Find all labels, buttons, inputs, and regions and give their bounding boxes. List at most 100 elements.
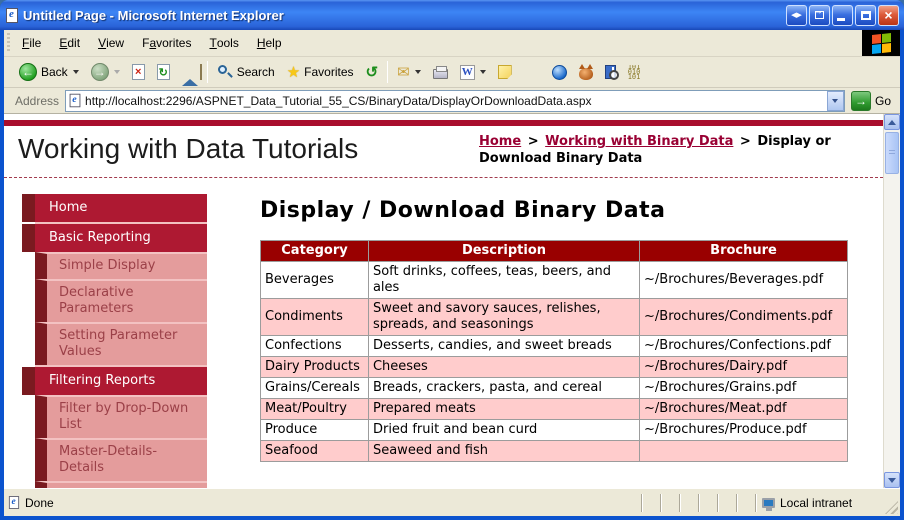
breadcrumb-separator: > xyxy=(740,134,751,149)
cell-description: Dried fruit and bean curd xyxy=(368,420,639,441)
cell-category: Meat/Poultry xyxy=(261,399,369,420)
search-icon xyxy=(217,64,233,80)
address-input[interactable]: http://localhost:2296/ASPNET_Data_Tutori… xyxy=(65,90,845,112)
page-header: Working with Data Tutorials Home > Worki… xyxy=(4,126,883,178)
scroll-up-button[interactable] xyxy=(884,114,900,130)
favorites-button[interactable]: ★ Favorites xyxy=(281,60,360,84)
main-content: Display / Download Binary Data Category … xyxy=(207,178,883,488)
security-zone-pane: Local intranet xyxy=(755,494,883,512)
sticky-note-icon xyxy=(498,65,512,79)
scroll-down-button[interactable] xyxy=(884,472,900,488)
print-button[interactable] xyxy=(427,63,454,82)
menu-item[interactable]: Help xyxy=(248,30,291,56)
cell-brochure: ~/Brochures/Grains.pdf xyxy=(640,378,848,399)
history-button[interactable]: ↺ xyxy=(360,60,385,84)
cell-description: Desserts, candies, and sweet breads xyxy=(368,336,639,357)
menu-item[interactable]: Tools xyxy=(200,30,247,56)
web-page: Working with Data Tutorials Home > Worki… xyxy=(4,114,883,488)
go-button[interactable]: → xyxy=(851,91,871,111)
cell-description: Breads, crackers, pasta, and cereal xyxy=(368,378,639,399)
binary-tool-button[interactable]: 101 010 101 xyxy=(622,62,649,83)
menu-item[interactable]: Favorites xyxy=(133,30,200,56)
table-column-header: Brochure xyxy=(640,241,848,262)
toolbar-separator xyxy=(387,61,388,83)
breadcrumb-link-section[interactable]: Working with Binary Data xyxy=(545,134,733,149)
search-button[interactable]: Search xyxy=(211,61,281,83)
local-intranet-icon xyxy=(762,498,775,508)
cell-brochure: ~/Brochures/Beverages.pdf xyxy=(640,262,848,299)
research-button[interactable] xyxy=(599,62,622,82)
arrow-up-icon xyxy=(888,120,896,125)
page-body: Home Basic Reporting Simple Display Decl… xyxy=(4,178,883,488)
forward-button[interactable]: → xyxy=(85,60,126,84)
table-row: Beverages Soft drinks, coffees, teas, be… xyxy=(261,262,848,299)
menu-item[interactable]: File xyxy=(13,30,50,56)
stop-button[interactable]: × xyxy=(126,61,151,83)
address-bar: Address http://localhost:2296/ASPNET_Dat… xyxy=(4,88,900,114)
categories-table: Category Description Brochure xyxy=(260,240,848,462)
refresh-icon: ↻ xyxy=(157,64,170,80)
sidebar-item[interactable]: Filtering Reports xyxy=(35,365,207,395)
menu-items: File Edit View Favorites Tools Help xyxy=(13,30,291,56)
zone-label: Local intranet xyxy=(780,496,852,510)
table-body: Beverages Soft drinks, coffees, teas, be… xyxy=(261,262,848,462)
toolbar-separator xyxy=(207,61,208,83)
messenger-button[interactable] xyxy=(546,62,573,83)
ie-app-icon xyxy=(6,8,18,23)
cell-category: Condiments xyxy=(261,299,369,336)
favorites-star-icon: ★ xyxy=(287,63,300,81)
sidebar-item[interactable]: Declarative Parameters xyxy=(35,279,207,322)
sidebar-item[interactable]: Master-Details-Details xyxy=(35,438,207,481)
home-button[interactable] xyxy=(176,62,204,82)
statusbar-pane xyxy=(717,494,736,512)
table-column-header: Category xyxy=(261,241,369,262)
browser-window: Untitled Page - Microsoft Internet Explo… xyxy=(0,0,904,520)
search-label: Search xyxy=(237,65,275,79)
standard-toolbar: ← Back → × ↻ Search ★ Favorites ↺ ✉ xyxy=(4,57,900,88)
minimize-icon xyxy=(837,18,845,21)
close-button[interactable]: × xyxy=(878,5,899,26)
sidebar-item[interactable]: Simple Display xyxy=(35,252,207,279)
scrollbar-thumb[interactable] xyxy=(885,132,899,174)
status-page-icon xyxy=(9,496,19,509)
menu-item[interactable]: View xyxy=(89,30,133,56)
cell-brochure xyxy=(640,441,848,462)
address-dropdown-button[interactable] xyxy=(827,91,844,111)
sidebar-item[interactable]: Master/Detail Across Two Pages xyxy=(35,481,207,488)
cell-category: Beverages xyxy=(261,262,369,299)
maximize-button[interactable] xyxy=(855,5,876,26)
toolbar-grip[interactable] xyxy=(5,33,12,53)
menu-item[interactable]: Edit xyxy=(50,30,89,56)
favorites-label: Favorites xyxy=(304,65,353,79)
window-size-toggle-button[interactable]: ◀▶ xyxy=(786,5,807,26)
sidebar-item[interactable]: Home xyxy=(35,194,207,222)
table-row: Dairy Products Cheeses ~/Brochures/Dairy… xyxy=(261,357,848,378)
breadcrumb-separator: > xyxy=(528,134,539,149)
refresh-button[interactable]: ↻ xyxy=(151,61,176,83)
statusbar-pane xyxy=(698,494,717,512)
back-button[interactable]: ← Back xyxy=(13,60,85,84)
sidebar-item[interactable]: Setting Parameter Values xyxy=(35,322,207,365)
vertical-scrollbar[interactable] xyxy=(883,114,900,488)
cell-description: Prepared meats xyxy=(368,399,639,420)
sidebar-item[interactable]: Basic Reporting xyxy=(35,222,207,252)
window-resize-grip[interactable] xyxy=(885,501,898,514)
notes-button[interactable] xyxy=(492,62,518,82)
mail-button[interactable]: ✉ xyxy=(391,60,427,84)
window-detach-button[interactable] xyxy=(809,5,830,26)
word-icon: W xyxy=(460,65,475,80)
detach-icon xyxy=(815,11,824,19)
fox-addon-button[interactable] xyxy=(573,62,599,83)
minimize-button[interactable] xyxy=(832,5,853,26)
cell-category: Seafood xyxy=(261,441,369,462)
breadcrumb-link-home[interactable]: Home xyxy=(479,134,521,149)
title-bar: Untitled Page - Microsoft Internet Explo… xyxy=(0,0,904,30)
blue-sphere-icon xyxy=(552,65,567,80)
cell-brochure: ~/Brochures/Dairy.pdf xyxy=(640,357,848,378)
edit-with-word-button[interactable]: W xyxy=(454,62,492,83)
sidebar-item[interactable]: Filter by Drop-Down List xyxy=(35,395,207,438)
table-row: Meat/Poultry Prepared meats ~/Brochures/… xyxy=(261,399,848,420)
cell-brochure: ~/Brochures/Confections.pdf xyxy=(640,336,848,357)
cell-brochure: ~/Brochures/Meat.pdf xyxy=(640,399,848,420)
mail-dropdown-caret xyxy=(415,70,421,74)
